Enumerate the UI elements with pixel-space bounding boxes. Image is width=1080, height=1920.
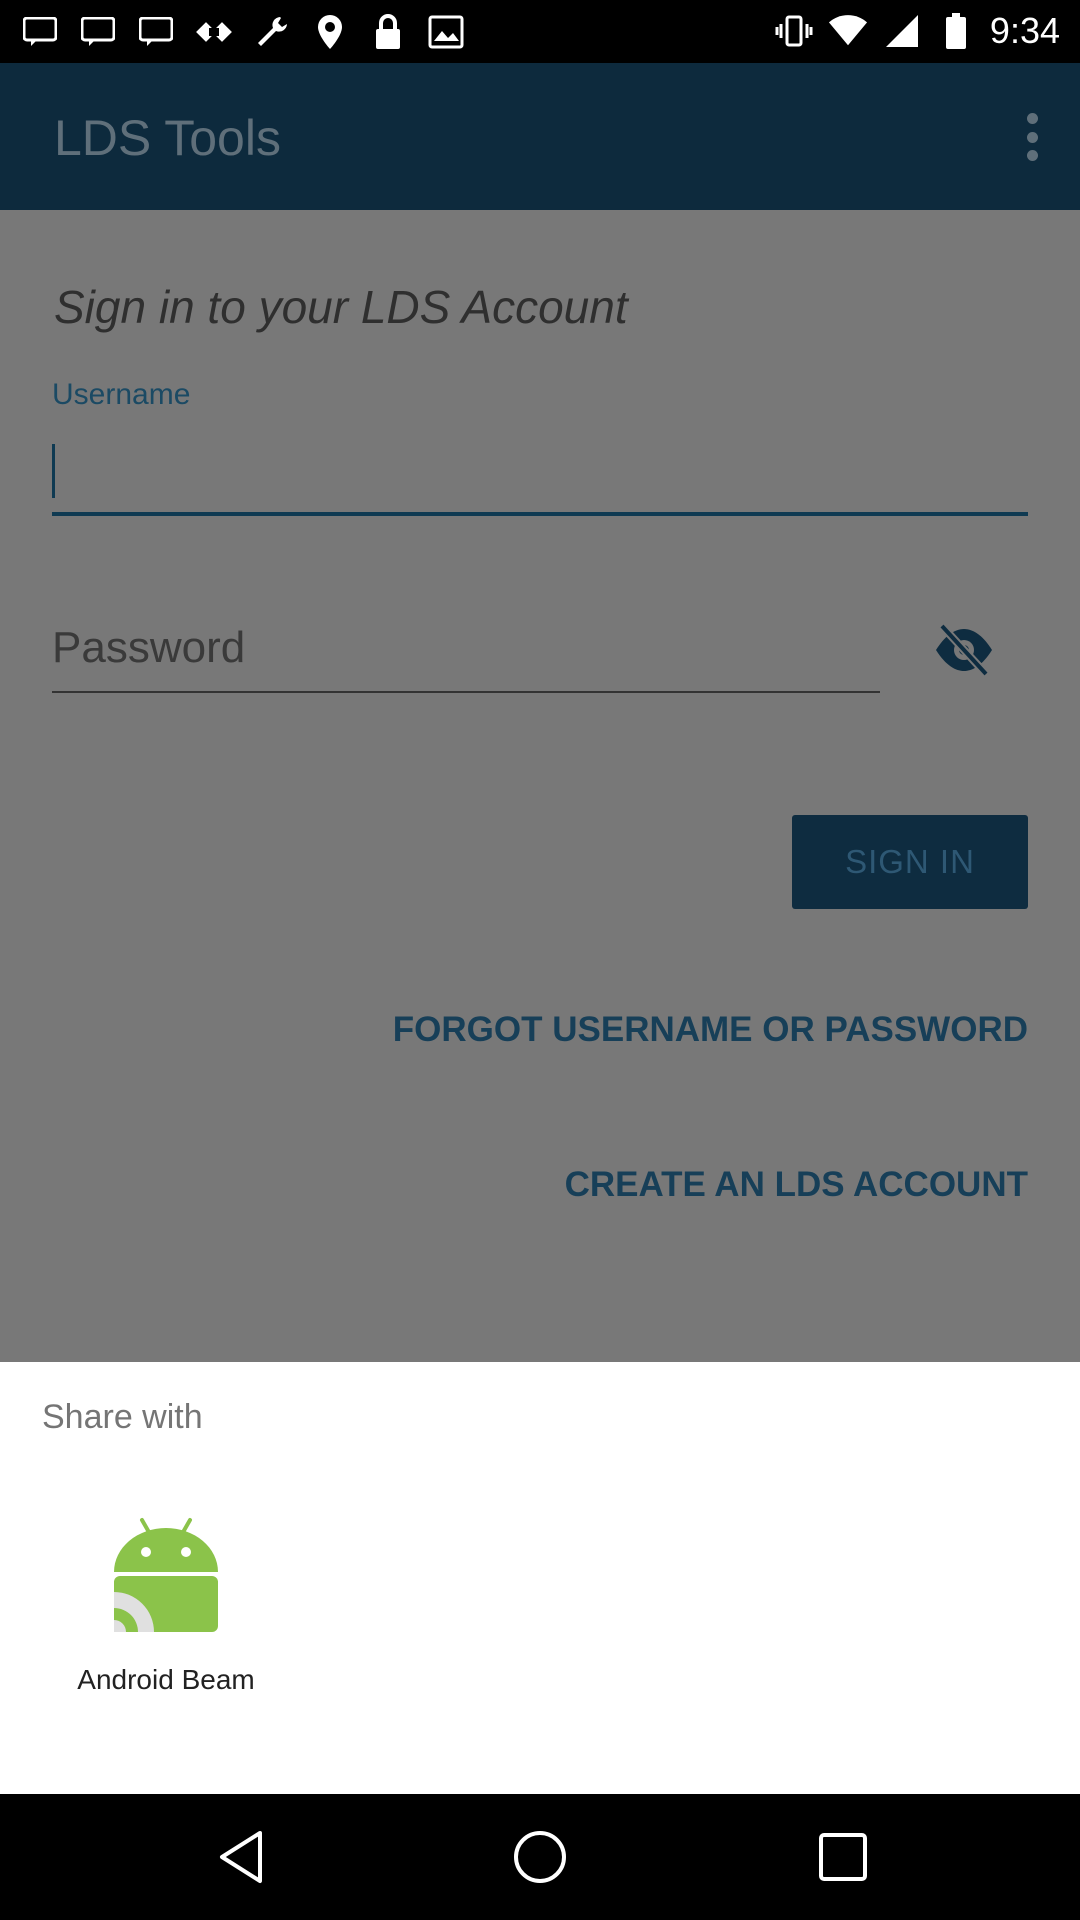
vibrate-icon: [774, 11, 814, 51]
image-icon: [426, 12, 466, 52]
battery-icon: [936, 11, 976, 51]
share-sheet: Share with Android Beam: [0, 1362, 1080, 1794]
sign-in-button[interactable]: SIGN IN: [792, 815, 1028, 909]
notification-icon: [78, 12, 118, 52]
forgot-credentials-link[interactable]: FORGOT USERNAME OR PASSWORD: [393, 1010, 1028, 1050]
status-system: 9:34: [774, 6, 1060, 56]
status-notifications: [20, 10, 466, 54]
lock-icon: [368, 12, 408, 52]
login-screen: Sign in to your LDS Account Username Pas…: [0, 210, 1080, 1362]
notification-icon: [136, 12, 176, 52]
home-icon[interactable]: [505, 1822, 575, 1892]
password-placeholder: Password: [52, 623, 246, 672]
notification-icon: [20, 12, 60, 52]
fake-gps-icon: [194, 12, 234, 52]
create-account-link[interactable]: CREATE AN LDS ACCOUNT: [565, 1165, 1028, 1205]
back-icon[interactable]: [206, 1822, 276, 1892]
app-title: LDS Tools: [54, 110, 281, 166]
share-target-android-beam[interactable]: Android Beam: [64, 1516, 268, 1736]
android-beam-icon: [108, 1516, 224, 1632]
recents-icon[interactable]: [808, 1822, 878, 1892]
signal-icon: [882, 11, 922, 51]
text-cursor: [52, 444, 55, 498]
overflow-menu-icon[interactable]: [1010, 107, 1054, 167]
eye-off-icon[interactable]: [932, 620, 996, 680]
wifi-icon: [828, 11, 868, 51]
location-icon: [310, 12, 350, 52]
share-target-label: Android Beam: [77, 1664, 255, 1695]
wrench-icon: [252, 12, 292, 52]
share-sheet-title: Share with: [42, 1398, 203, 1436]
status-time: 9:34: [989, 10, 1060, 51]
page-title: Sign in to your LDS Account: [54, 281, 628, 333]
password-input[interactable]: Password: [52, 605, 880, 693]
username-label: Username: [52, 378, 191, 411]
status-bar: 9:34: [0, 0, 1080, 63]
app-bar: LDS Tools: [0, 63, 1080, 210]
navigation-bar: [0, 1794, 1080, 1920]
username-input[interactable]: [52, 432, 1028, 516]
